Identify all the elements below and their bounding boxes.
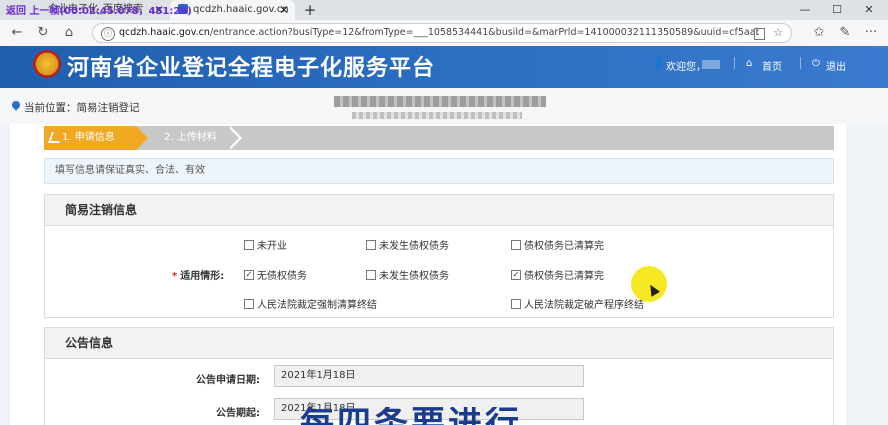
- national-emblem-icon: [33, 50, 61, 78]
- header-divider: [734, 57, 735, 69]
- url-input[interactable]: ⓘ qcdzh.haaic.gov.cn/entrance.action?bus…: [92, 23, 792, 43]
- option-label: 未开业: [257, 241, 287, 252]
- site-header: 河南省企业登记全程电子化服务平台 👤 欢迎您， ⌂ 首页 ⏻ 退出: [0, 46, 888, 88]
- option-court-bankruptcy[interactable]: 人民法院裁定破产程序终结: [511, 296, 644, 311]
- step-label: 2. 上传材料: [164, 132, 217, 143]
- company-code-redacted: [352, 112, 522, 119]
- url-domain: qcdzh.haaic.gov.cn: [119, 27, 210, 38]
- option-court-forced-liquidation[interactable]: 人民法院裁定强制清算终结: [244, 296, 377, 311]
- step-upload-materials[interactable]: 2. 上传材料: [152, 126, 217, 150]
- home-icon[interactable]: ⌂: [58, 20, 80, 46]
- browser-tab-bar: 企业电子化_百度搜索 ✕ qcdzh.haaic.gov.cn ✕ + — ☐ …: [0, 0, 888, 20]
- option-debts-settled[interactable]: 债权债务已清算完: [511, 237, 604, 252]
- option-label: 人民法院裁定强制清算终结: [257, 300, 377, 311]
- checkbox[interactable]: [511, 299, 521, 309]
- checkbox[interactable]: [244, 299, 254, 309]
- option-label: 人民法院裁定破产程序终结: [524, 300, 644, 311]
- username-redacted: [702, 60, 720, 69]
- notice-banner: 填写信息请保证真实、合法、有效: [44, 158, 834, 184]
- site-title: 河南省企业登记全程电子化服务平台: [67, 56, 436, 81]
- logout-icon: ⏻: [812, 58, 820, 69]
- checkbox[interactable]: [244, 240, 254, 250]
- required-mark: *: [172, 271, 178, 282]
- checkbox[interactable]: [366, 240, 376, 250]
- recording-overlay-text: 返回 上一帧(00:02:45.078，451:29): [6, 6, 192, 17]
- new-tab-button[interactable]: +: [300, 0, 320, 20]
- option-label: 债权债务已清算完: [524, 271, 604, 282]
- home-link[interactable]: 首页: [762, 58, 782, 73]
- option-no-debts[interactable]: ✓ 无债权债务: [244, 267, 307, 282]
- checkbox-checked[interactable]: ✓: [244, 270, 254, 280]
- logout-link[interactable]: 退出: [826, 58, 846, 73]
- option-no-debts-occurred-2[interactable]: 未发生债权债务: [366, 267, 449, 282]
- location-pin-icon: [10, 99, 22, 111]
- menu-icon[interactable]: ···: [860, 20, 882, 46]
- option-debts-settled-2[interactable]: ✓ 债权债务已清算完: [511, 267, 604, 282]
- reader-view-icon[interactable]: [754, 28, 765, 40]
- pen-icon[interactable]: ✎: [834, 20, 856, 46]
- applicable-situation-label: * 适用情形:: [172, 267, 224, 282]
- apply-date-input[interactable]: 2021年1月18日: [274, 365, 584, 387]
- user-icon: 👤: [652, 58, 665, 69]
- close-window-icon[interactable]: ✕: [854, 0, 884, 20]
- step-apply-info[interactable]: 1. 申请信息: [44, 126, 148, 150]
- start-date-label: 公告期起:: [216, 408, 260, 419]
- welcome-text: 欢迎您，: [666, 62, 706, 73]
- step-label: 1. 申请信息: [62, 132, 115, 143]
- location-bar: 当前位置：简易注销登记: [0, 88, 888, 124]
- step-chevron-inner: [227, 126, 239, 150]
- cancel-info-section: 简易注销信息: [44, 194, 834, 318]
- option-no-debts-occurred[interactable]: 未发生债权债务: [366, 237, 449, 252]
- url-text: qcdzh.haaic.gov.cn/entrance.action?busiT…: [119, 24, 759, 42]
- checkbox-checked[interactable]: ✓: [511, 270, 521, 280]
- option-not-opened[interactable]: 未开业: [244, 237, 287, 252]
- tab-title: qcdzh.haaic.gov.cn: [193, 4, 289, 15]
- option-label: 未发生债权债务: [379, 241, 449, 252]
- checkbox[interactable]: [366, 270, 376, 280]
- option-label: 无债权债务: [257, 271, 307, 282]
- header-divider: [800, 57, 801, 69]
- option-label: 债权债务已清算完: [524, 241, 604, 252]
- step-progress-bar: 1. 申请信息 2. 上传材料: [44, 126, 834, 150]
- collections-icon[interactable]: ✩: [808, 20, 830, 46]
- checkbox[interactable]: [511, 240, 521, 250]
- url-path: /entrance.action?busiType=12&fromType=__…: [209, 27, 759, 38]
- home-link-icon: ⌂: [746, 58, 753, 69]
- info-icon[interactable]: ⓘ: [101, 27, 115, 41]
- pencil-icon: [47, 132, 64, 143]
- section-title: 公告信息: [45, 328, 833, 359]
- apply-date-label: 公告申请日期:: [196, 375, 260, 386]
- address-bar-row: ← ↻ ⌂ ⓘ qcdzh.haaic.gov.cn/entrance.acti…: [0, 20, 888, 47]
- field-label: 适用情形:: [180, 271, 225, 282]
- section-title: 简易注销信息: [45, 195, 833, 226]
- option-label: 未发生债权债务: [379, 271, 449, 282]
- close-tab-icon[interactable]: ✕: [279, 0, 289, 20]
- company-name-redacted: [334, 96, 546, 107]
- refresh-icon[interactable]: ↻: [32, 20, 54, 46]
- minimize-icon[interactable]: —: [790, 0, 820, 20]
- back-icon[interactable]: ←: [6, 20, 28, 46]
- maximize-icon[interactable]: ☐: [822, 0, 852, 20]
- favorite-star-icon[interactable]: ☆: [773, 24, 783, 42]
- video-caption: 每四条要进行: [300, 407, 522, 425]
- breadcrumb: 当前位置：简易注销登记: [24, 102, 140, 114]
